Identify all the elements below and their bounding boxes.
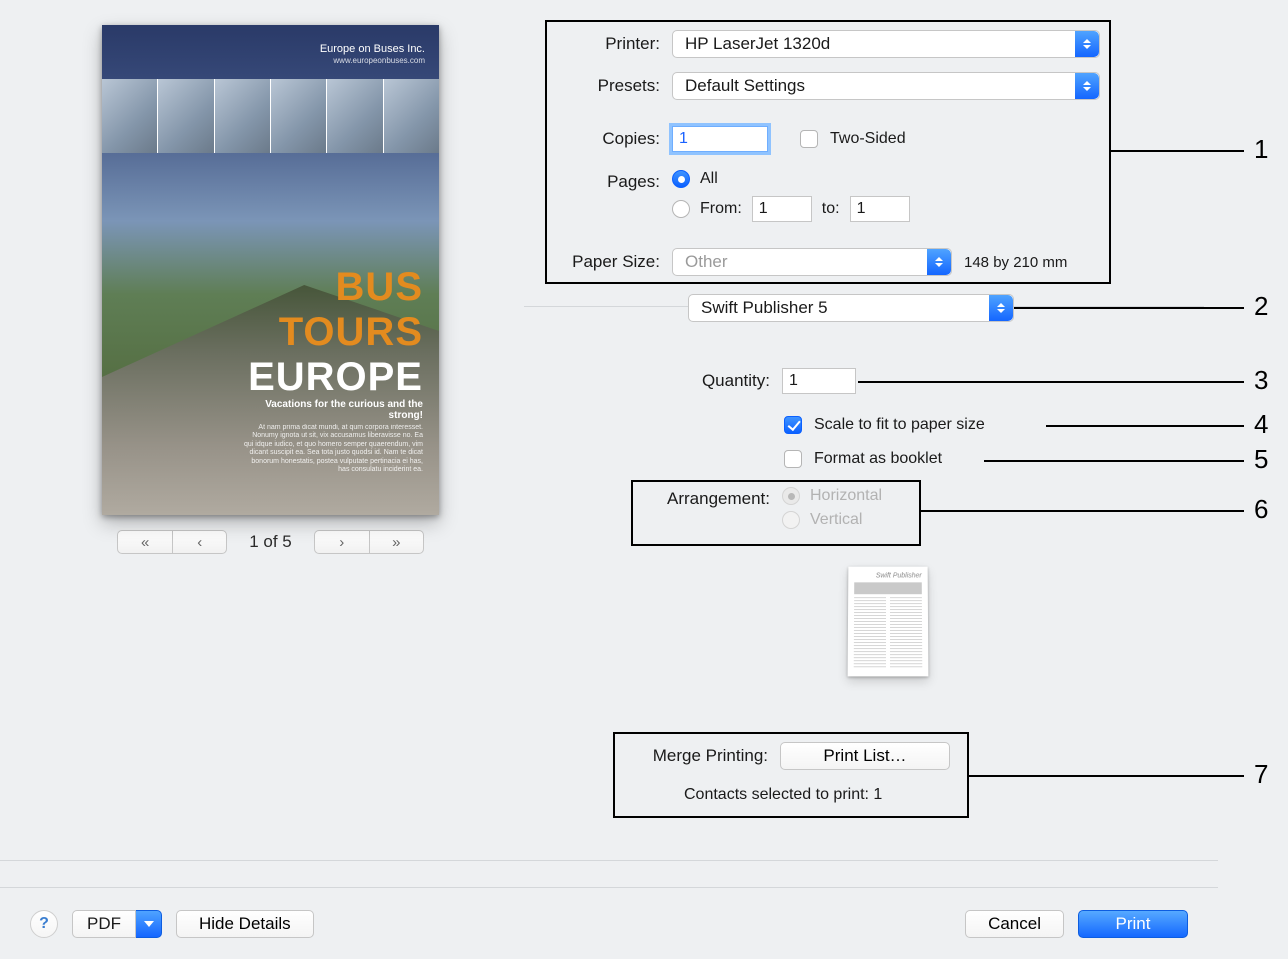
format-booklet-label: Format as booklet <box>814 450 942 468</box>
preview-title-3: EUROPE <box>248 355 423 400</box>
callout-3: 3 <box>1254 365 1268 396</box>
presets-label: Presets: <box>560 76 660 96</box>
preview-tagline: Vacations for the curious and the strong… <box>265 399 423 421</box>
callout-2: 2 <box>1254 291 1268 322</box>
arrangement-label: Arrangement: <box>640 487 770 509</box>
pages-label: Pages: <box>560 170 660 192</box>
presets-value: Default Settings <box>685 76 805 96</box>
arrangement-vertical-radio <box>782 511 800 529</box>
preview-company: Europe on Buses Inc. <box>320 43 425 56</box>
print-list-button[interactable]: Print List… <box>780 742 950 770</box>
arrangement-horizontal-label: Horizontal <box>810 487 882 505</box>
arrangement-horizontal-radio <box>782 487 800 505</box>
help-button[interactable]: ? <box>30 910 58 938</box>
next-page-button[interactable]: › <box>314 530 369 554</box>
updown-icon <box>927 249 951 275</box>
presets-select[interactable]: Default Settings <box>672 72 1100 100</box>
quantity-field[interactable]: 1 <box>782 368 856 394</box>
pages-from-field[interactable]: 1 <box>752 196 812 222</box>
print-dialog: Europe on Buses Inc. www.europeonbuses.c… <box>0 0 1218 959</box>
dialog-button-bar: ? PDF Hide Details Cancel Print <box>0 887 1218 959</box>
pages-to-label: to: <box>822 200 840 218</box>
quantity-label: Quantity: <box>630 371 770 391</box>
scale-to-fit-checkbox[interactable] <box>784 416 802 434</box>
callout-6: 6 <box>1254 494 1268 525</box>
updown-icon <box>1075 31 1099 57</box>
print-preview-panel: Europe on Buses Inc. www.europeonbuses.c… <box>102 25 439 554</box>
pages-all-radio[interactable] <box>672 170 690 188</box>
pages-from-value: 1 <box>759 200 768 218</box>
contacts-selected-label: Contacts selected to print: 1 <box>684 786 882 804</box>
paper-size-value: Other <box>685 252 728 272</box>
format-booklet-checkbox[interactable] <box>784 450 802 468</box>
preview-title-1: BUS <box>248 265 423 310</box>
prev-page-button[interactable]: ‹ <box>172 530 227 554</box>
copies-field[interactable]: 1 <box>672 126 768 152</box>
chevron-down-icon <box>136 910 162 938</box>
callout-7: 7 <box>1254 759 1268 790</box>
callout-box-1 <box>545 20 1111 284</box>
scale-to-fit-label: Scale to fit to paper size <box>814 416 985 434</box>
pdf-menu-button[interactable]: PDF <box>72 910 162 938</box>
first-page-button[interactable]: « <box>117 530 172 554</box>
preview-blurb: At nam prima dicat mundi, at qum corpora… <box>243 424 423 474</box>
callout-1: 1 <box>1254 134 1268 165</box>
merge-printing-label: Merge Printing: <box>622 746 768 766</box>
pages-to-value: 1 <box>857 200 866 218</box>
pages-range-radio[interactable] <box>672 200 690 218</box>
paper-size-select[interactable]: Other <box>672 248 952 276</box>
updown-icon <box>1075 73 1099 99</box>
pages-to-field[interactable]: 1 <box>850 196 910 222</box>
printer-select[interactable]: HP LaserJet 1320d <box>672 30 1100 58</box>
copies-label: Copies: <box>560 129 660 149</box>
print-button[interactable]: Print <box>1078 910 1188 938</box>
arr-thumb-title: Swift Publisher <box>854 573 922 580</box>
pdf-label: PDF <box>72 910 136 938</box>
last-page-button[interactable]: » <box>369 530 424 554</box>
page-indicator: 1 of 5 <box>249 532 292 552</box>
app-options-select[interactable]: Swift Publisher 5 <box>688 294 1014 322</box>
preview-title-2: TOURS <box>248 310 423 355</box>
preview-page: Europe on Buses Inc. www.europeonbuses.c… <box>102 25 439 515</box>
paper-size-label: Paper Size: <box>560 252 660 272</box>
arrangement-vertical-label: Vertical <box>810 511 862 529</box>
preview-company-url: www.europeonbuses.com <box>320 56 425 66</box>
callout-4: 4 <box>1254 409 1268 440</box>
updown-icon <box>989 295 1013 321</box>
cancel-button[interactable]: Cancel <box>965 910 1064 938</box>
app-options-value: Swift Publisher 5 <box>701 298 828 318</box>
pages-all-label: All <box>700 170 718 188</box>
arrangement-preview: Swift Publisher <box>848 566 928 676</box>
quantity-value: 1 <box>789 372 798 390</box>
printer-value: HP LaserJet 1320d <box>685 34 830 54</box>
paper-dimensions: 148 by 210 mm <box>964 254 1067 271</box>
preview-pager: « ‹ 1 of 5 › » <box>102 530 439 554</box>
hide-details-button[interactable]: Hide Details <box>176 910 314 938</box>
printer-label: Printer: <box>560 34 660 54</box>
pages-from-label: From: <box>700 200 742 218</box>
copies-value: 1 <box>679 130 688 148</box>
two-sided-checkbox[interactable] <box>800 130 818 148</box>
two-sided-label: Two-Sided <box>830 130 906 148</box>
callout-5: 5 <box>1254 444 1268 475</box>
